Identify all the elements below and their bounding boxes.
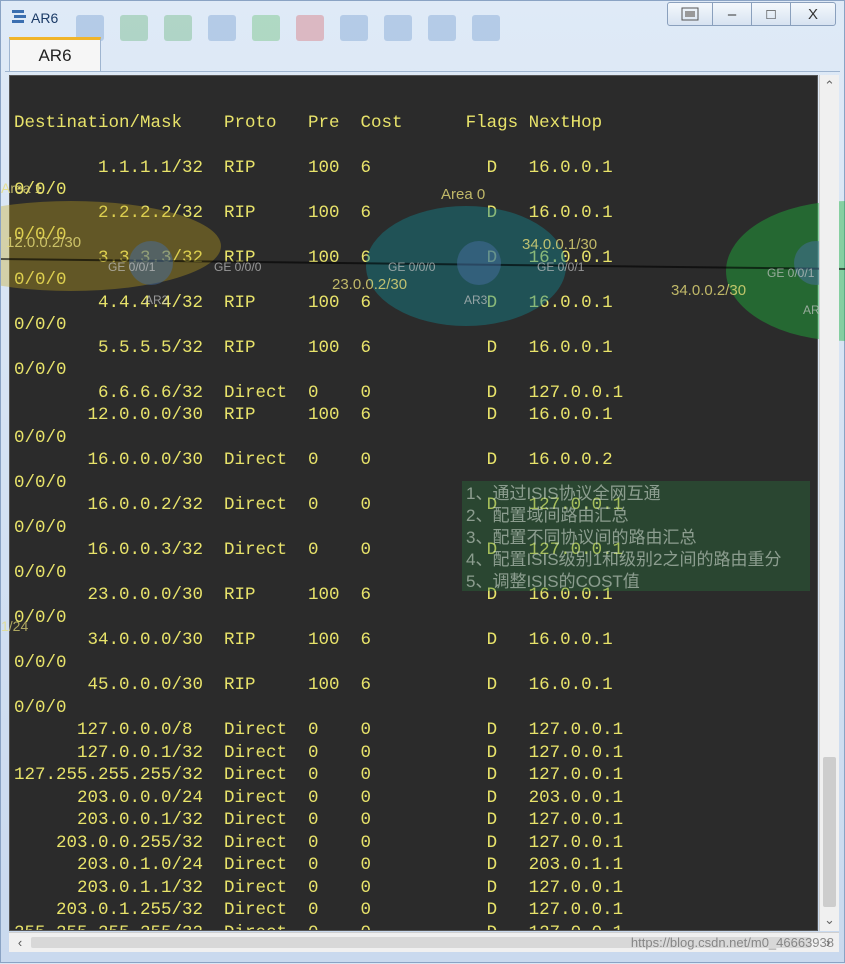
routing-table-row: 3.3.3.3/32 RIP 100 6 D 16.0.0.1 [98,247,613,268]
tab-bar: AR6 [5,33,840,72]
routing-table-row: 127.0.0.0/8 Direct 0 0 D 127.0.0.1 [77,720,624,740]
task-note-line: 3、配置不同协议间的路由汇总 [466,528,697,547]
routing-table-row: 0/0/0 [14,180,67,200]
title-bar[interactable]: AR6 – □ X [1,1,844,41]
maximize-button[interactable]: □ [751,2,791,26]
restore-button[interactable] [667,2,713,26]
task-note-line: 5、调整ISIS的COST值 [466,572,640,591]
routing-table-row: 0/0/0 [14,472,67,493]
vertical-scrollbar[interactable]: ⌃ ⌄ [819,75,839,931]
app-window: AR6 – □ X AR6 Destination/Mask Proto Pre [0,0,845,963]
routing-table-row: 0/0/0 [14,270,67,290]
close-button[interactable]: X [790,2,836,26]
scroll-up-icon[interactable]: ⌃ [820,77,839,95]
restore-icon [681,7,699,21]
window-controls: – □ X [667,2,836,26]
routing-table-row: 12.0.0.0/30 RIP 100 6 D 16.0.0.1 [87,405,613,425]
routing-table-row: 5.5.5.5/32 RIP 100 6 D 16.0.0.1 [98,337,613,358]
routing-table-row: 1.1.1.1/32 RIP 100 6 D 16.0.0.1 [98,157,613,178]
routing-table-row: 0/0/0 [14,427,67,448]
routing-table-row: 16.0.0.0/30 Direct 0 0 D 16.0.0.2 [87,450,613,470]
routing-table-row: 255.255.255.255/32 Direct 0 0 D 127.0.0.… [14,923,623,931]
routing-table-row: 0/0/0 [14,360,67,380]
tab-label: AR6 [38,45,72,65]
routing-table-row: 203.0.1.255/32 Direct 0 0 D 127.0.0.1 [56,900,624,920]
vertical-scroll-thumb[interactable] [823,757,836,907]
window-title: AR6 [31,10,59,26]
routing-table-row: 0/0/0 [14,607,67,628]
routing-table-row: 0/0/0 [14,652,67,673]
routing-table-row: 203.0.1.1/32 Direct 0 0 D 127.0.0.1 [77,877,624,898]
routing-table-row: 4.4.4.4/32 RIP 100 6 D 16.0.0.1 [98,292,613,313]
routing-table-row: 0/0/0 [14,517,67,538]
minimize-icon: – [727,5,737,23]
app-logo-icon [12,10,26,23]
task-note-line: 4、配置ISIS级别1和级别2之间的路由重分 [466,550,782,569]
watermark-text: https://blog.csdn.net/m0_46663938 [630,935,834,950]
routing-table-row: 0/0/0 [14,315,67,335]
routing-table-row: 0/0/0 [14,697,67,718]
routing-table-row: 34.0.0.0/30 RIP 100 6 D 16.0.0.1 [87,630,613,650]
routing-table-row: 2.2.2.2/32 RIP 100 6 D 16.0.0.1 [98,202,613,223]
routing-table-row: 203.0.1.0/24 Direct 0 0 D 203.0.1.1 [77,855,624,875]
routing-table-row: 203.0.0.255/32 Direct 0 0 D 127.0.0.1 [56,832,624,853]
minimize-button[interactable]: – [712,2,752,26]
routing-table-row: 0/0/0 [14,562,67,583]
close-icon: X [807,5,818,23]
scroll-down-icon[interactable]: ⌄ [820,911,839,929]
routing-table-row: 127.0.0.1/32 Direct 0 0 D 127.0.0.1 [77,742,624,763]
task-note-line: 1、通过ISIS协议全网互通 [466,484,661,503]
tab-ar6[interactable]: AR6 [9,37,101,71]
task-note-lines: 1、通过ISIS协议全网互通 2、配置域间路由汇总 3、配置不同协议间的路由汇总… [466,484,782,591]
routing-table-row: 203.0.0.1/32 Direct 0 0 D 127.0.0.1 [77,810,624,830]
routing-table-row: 203.0.0.0/24 Direct 0 0 D 203.0.0.1 [77,787,624,808]
ghost-task-note: 1、通过ISIS协议全网互通 2、配置域间路由汇总 3、配置不同协议间的路由汇总… [462,481,810,591]
routing-table-row: 45.0.0.0/30 RIP 100 6 D 16.0.0.1 [87,675,613,695]
routing-table-row: 127.255.255.255/32 Direct 0 0 D 127.0.0.… [14,765,624,785]
routing-table-header: Destination/Mask Proto Pre Cost Flags Ne… [14,112,603,133]
maximize-icon: □ [766,5,776,23]
task-note-line: 2、配置域间路由汇总 [466,506,629,525]
routing-table-row: 6.6.6.6/32 Direct 0 0 D 127.0.0.1 [98,382,624,403]
routing-table-row: 0/0/0 [14,225,67,245]
scroll-left-icon[interactable]: ‹ [11,934,29,951]
